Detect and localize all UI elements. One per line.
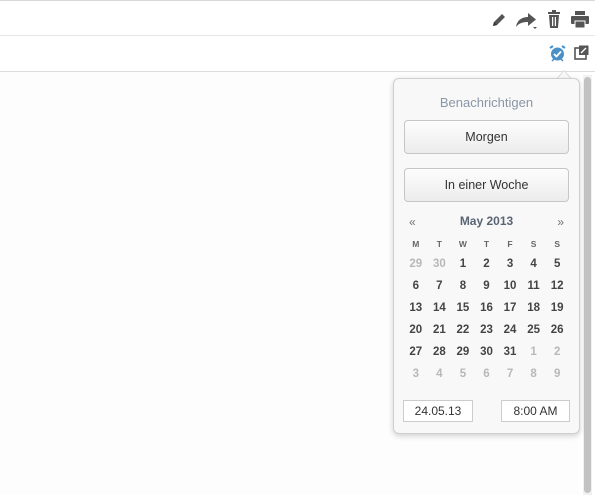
calendar-day[interactable]: 7 (428, 275, 452, 297)
calendar-week-row: 20 21 22 23 24 25 26 (404, 319, 569, 341)
calendar-day[interactable]: 19 (545, 297, 569, 319)
calendar-day[interactable]: 21 (428, 319, 452, 341)
calendar-week-row: 27 28 29 30 31 1 2 (404, 341, 569, 363)
calendar-day[interactable]: 13 (404, 297, 428, 319)
calendar-header: « May 2013 » (404, 213, 569, 233)
next-week-button[interactable]: In einer Woche (404, 168, 569, 202)
weekday-label: T (483, 239, 490, 249)
trash-icon[interactable] (546, 10, 562, 29)
calendar-week-row: 13 14 15 16 17 18 19 (404, 297, 569, 319)
calendar-weeks: 29 30 1 2 3 4 5 6 7 8 9 10 11 12 13 14 15 16 17 18 19 20 21 22 2… (404, 253, 569, 385)
calendar-grid: M T W T F S S 29 30 1 2 3 4 5 6 7 8 9 10 11 12 13 14 15 1… (404, 235, 569, 385)
secondary-toolbar (0, 36, 595, 72)
calendar-next-button[interactable]: » (557, 215, 564, 229)
calendar-day[interactable]: 14 (428, 297, 452, 319)
calendar-week-row: 29 30 1 2 3 4 5 (404, 253, 569, 275)
weekday-label: S (530, 239, 537, 249)
calendar-day[interactable]: 3 (498, 253, 522, 275)
calendar-day[interactable]: 30 (475, 341, 499, 363)
calendar-day[interactable]: 5 (451, 363, 475, 385)
reminder-popover: Benachrichtigen Morgen In einer Woche « … (393, 78, 580, 434)
forward-icon[interactable] (514, 10, 538, 30)
alarm-clock-icon[interactable] (549, 45, 566, 62)
scrollbar-track[interactable] (583, 75, 592, 495)
calendar-week-row: 6 7 8 9 10 11 12 (404, 275, 569, 297)
print-icon[interactable] (571, 11, 589, 28)
calendar-day[interactable]: 5 (545, 253, 569, 275)
calendar-day[interactable]: 1 (451, 253, 475, 275)
calendar-day[interactable]: 26 (545, 319, 569, 341)
calendar-day[interactable]: 22 (451, 319, 475, 341)
calendar-day[interactable]: 7 (498, 363, 522, 385)
calendar-day[interactable]: 20 (404, 319, 428, 341)
popover-title: Benachrichtigen (439, 95, 534, 110)
calendar-day[interactable]: 16 (475, 297, 499, 319)
calendar-day[interactable]: 12 (545, 275, 569, 297)
top-toolbar (0, 0, 595, 36)
calendar-day[interactable]: 8 (451, 275, 475, 297)
calendar-day[interactable]: 4 (522, 253, 546, 275)
calendar-day[interactable]: 6 (475, 363, 499, 385)
calendar-day[interactable]: 3 (404, 363, 428, 385)
calendar-day[interactable]: 8 (522, 363, 546, 385)
weekday-label: S (554, 239, 560, 249)
weekday-label: W (458, 239, 467, 249)
calendar-day[interactable]: 2 (545, 341, 569, 363)
pencil-icon[interactable] (490, 11, 508, 29)
calendar-day[interactable]: 23 (475, 319, 499, 341)
calendar-day[interactable]: 11 (522, 275, 546, 297)
calendar-weekday-row: M T W T F S S (404, 235, 569, 253)
calendar-day[interactable]: 10 (498, 275, 522, 297)
calendar-week-row: 3456789 (404, 363, 569, 385)
calendar-day[interactable]: 29 (404, 253, 428, 275)
calendar-day[interactable]: 25 (522, 319, 546, 341)
scrollbar-thumb[interactable] (584, 77, 591, 493)
calendar-day[interactable]: 1 (522, 341, 546, 363)
calendar-month-title[interactable]: May 2013 (404, 214, 569, 228)
date-input[interactable]: 24.05.13 (403, 400, 473, 422)
time-input[interactable]: 8:00 AM (501, 400, 570, 422)
calendar-day[interactable]: 9 (475, 275, 499, 297)
calendar-day[interactable]: 18 (522, 297, 546, 319)
calendar-day[interactable]: 31 (498, 341, 522, 363)
calendar-day[interactable]: 24 (498, 319, 522, 341)
calendar-day[interactable]: 2 (475, 253, 499, 275)
calendar-day[interactable]: 29 (451, 341, 475, 363)
calendar-day[interactable]: 28 (428, 341, 452, 363)
calendar-day[interactable]: 6 (404, 275, 428, 297)
calendar-day[interactable]: 15 (451, 297, 475, 319)
tomorrow-button[interactable]: Morgen (404, 120, 569, 154)
weekday-label: T (436, 239, 442, 249)
calendar-day[interactable]: 17 (498, 297, 522, 319)
calendar-day[interactable]: 30 (428, 253, 452, 275)
calendar-day[interactable]: 4 (428, 363, 452, 385)
calendar-day[interactable]: 27 (404, 341, 428, 363)
calendar-day[interactable]: 9 (545, 363, 569, 385)
external-window-icon[interactable] (574, 45, 589, 60)
weekday-label: F (507, 239, 513, 249)
weekday-label: M (412, 239, 420, 249)
